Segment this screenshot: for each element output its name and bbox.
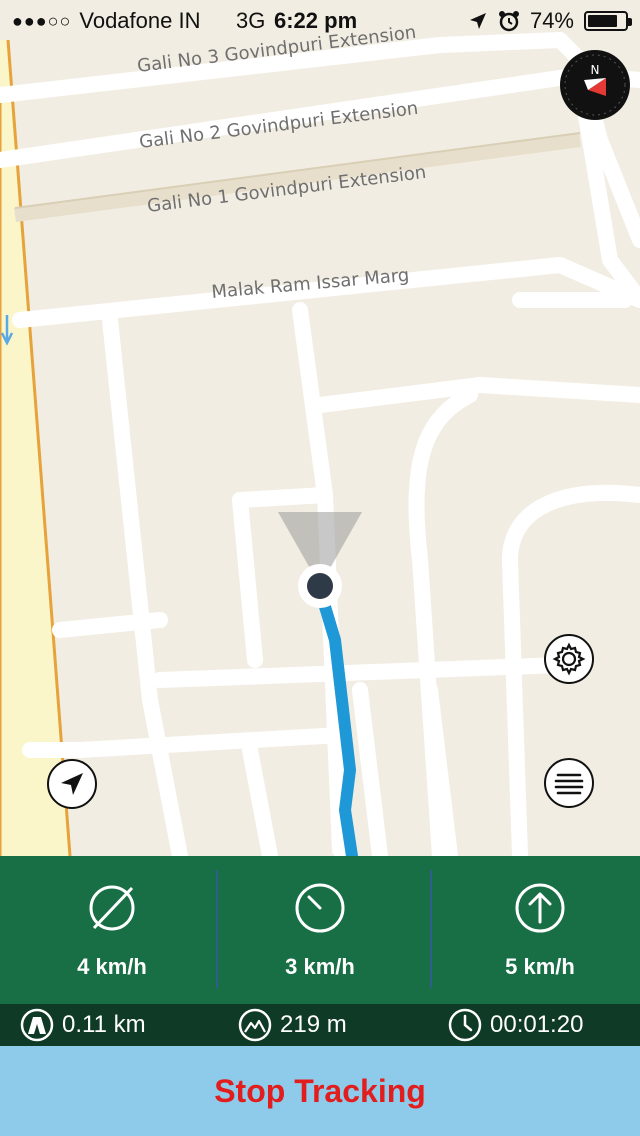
user-location-dot	[307, 573, 333, 599]
battery-percent: 74%	[529, 8, 574, 33]
road-network	[0, 32, 640, 856]
compass-letter: N	[591, 63, 600, 77]
stop-tracking-label: Stop Tracking	[214, 1072, 426, 1109]
map-canvas[interactable]: Gali No 3 Govindpuri Extension Gali No 2…	[0, 0, 640, 856]
altitude-value: 219 m	[280, 1011, 347, 1038]
clock: 6:22 pm	[274, 8, 358, 33]
info-bar: 0.11 km 219 m 00:01:20	[0, 1004, 640, 1046]
map-view[interactable]: Gali No 3 Govindpuri Extension Gali No 2…	[0, 0, 640, 856]
menu-list-icon	[554, 773, 584, 795]
street-label-gali-2: Gali No 2 Govindpuri Extension	[138, 98, 419, 153]
distance-info: 0.11 km	[20, 1008, 146, 1042]
locate-button[interactable]	[47, 759, 97, 809]
navigation-arrow-icon	[61, 773, 83, 795]
stat-max-speed: 5 km/h	[458, 856, 622, 1004]
average-speed-value: 4 km/h	[77, 954, 147, 979]
road-distance-icon	[20, 1008, 54, 1042]
location-arrow-icon	[469, 13, 486, 29]
gear-icon	[552, 642, 586, 676]
altitude-icon	[238, 1008, 272, 1042]
menu-button[interactable]	[544, 758, 594, 808]
stop-tracking-button[interactable]: Stop Tracking	[0, 1046, 640, 1136]
stat-average-speed: 4 km/h	[30, 856, 194, 1004]
max-speed-icon	[515, 883, 565, 933]
duration-value: 00:01:20	[490, 1011, 584, 1038]
distance-value: 0.11 km	[62, 1011, 146, 1038]
compass-icon[interactable]: N	[560, 50, 630, 120]
altitude-info: 219 m	[238, 1008, 347, 1042]
stat-current-speed: 3 km/h	[238, 856, 402, 1004]
status-bar: ●●●○○ Vodafone IN 3G 6:22 pm 74%	[0, 0, 640, 40]
battery-icon	[584, 11, 632, 31]
average-speed-icon	[89, 885, 135, 931]
current-speed-value: 3 km/h	[285, 954, 355, 979]
clock-icon	[448, 1008, 482, 1042]
stats-panel: 4 km/h 3 km/h 5 km/h	[0, 856, 640, 1004]
settings-button[interactable]	[544, 634, 594, 684]
current-speed-icon	[295, 883, 345, 933]
alarm-icon	[498, 11, 519, 32]
carrier-name: Vodafone IN	[79, 8, 201, 33]
divider	[430, 870, 432, 988]
max-speed-value: 5 km/h	[505, 954, 575, 979]
duration-info: 00:01:20	[448, 1008, 583, 1042]
signal-strength: ●●●○○	[12, 10, 72, 31]
network-type: 3G	[236, 8, 266, 33]
divider	[216, 870, 218, 988]
